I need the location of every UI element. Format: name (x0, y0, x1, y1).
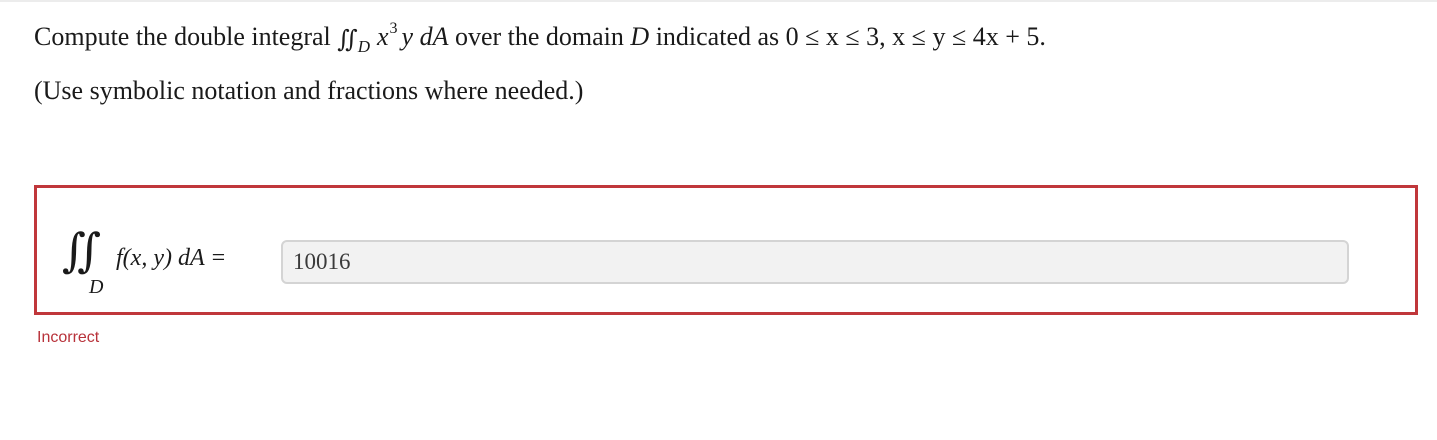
question-prefix: Compute the double integral (34, 22, 338, 51)
integrand-base: x (376, 22, 389, 51)
answer-container: ∬ D f(x, y) dA = (34, 185, 1418, 315)
domain-bounds: indicated as 0 ≤ x ≤ 3, x ≤ y ≤ 4x + 5. (649, 22, 1046, 51)
integrand-rest: y dA (401, 22, 449, 51)
question-text: Compute the double integral ∬ Dx3 y dA ove… (34, 20, 1046, 58)
integrand-exponent: 3 (389, 20, 398, 37)
question-middle: over the domain (448, 22, 631, 51)
answer-input[interactable] (281, 240, 1349, 284)
feedback-status: Incorrect (37, 329, 100, 346)
double-integral-symbol: ∬ (337, 27, 358, 53)
instructions-text: (Use symbolic notation and fractions whe… (34, 76, 584, 105)
region-subscript: D (357, 37, 370, 56)
answer-region-subscript: D (89, 276, 104, 298)
domain-name: D (630, 22, 650, 51)
answer-lhs-expression: f(x, y) dA = (116, 245, 227, 271)
top-divider (0, 0, 1437, 2)
answer-integral-symbol: ∬ (62, 225, 101, 276)
